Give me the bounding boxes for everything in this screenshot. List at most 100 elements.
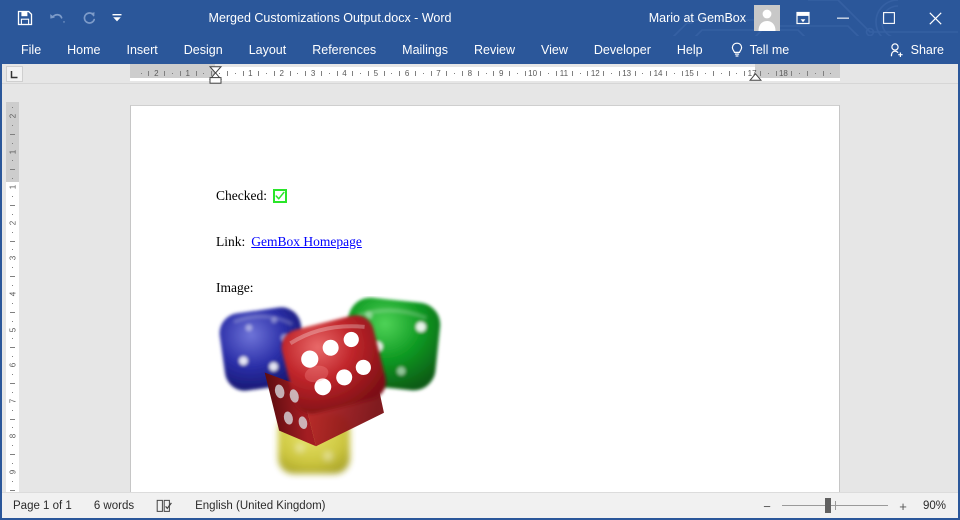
tab-home[interactable]: Home xyxy=(54,36,113,64)
tab-developer[interactable]: Developer xyxy=(581,36,664,64)
avatar[interactable] xyxy=(754,5,780,31)
ruler-tick-bar xyxy=(650,71,651,76)
share-button[interactable]: Share xyxy=(889,36,944,64)
ruler-tick-bar xyxy=(603,71,604,76)
window-controls xyxy=(820,0,958,36)
dice-image[interactable] xyxy=(216,296,456,481)
vertical-ruler-number: 7 xyxy=(8,399,17,403)
zoom-in-button[interactable]: + xyxy=(896,496,910,516)
zoom-slider-midpoint xyxy=(835,501,836,510)
horizontal-ruler-ticks: 211234567891011121314151718 xyxy=(130,67,840,81)
tab-help[interactable]: Help xyxy=(664,36,716,64)
ruler-tick-dot xyxy=(517,73,518,74)
customize-quick-access-toolbar-button[interactable] xyxy=(106,3,128,33)
ruler-number: 8 xyxy=(468,69,472,78)
vertical-ruler-ticks: 21123456789 xyxy=(6,102,19,494)
zoom-level-button[interactable]: 90% xyxy=(916,500,958,512)
ruler-tick-dot xyxy=(297,73,298,74)
tab-design[interactable]: Design xyxy=(171,36,236,64)
maximize-button[interactable] xyxy=(866,0,912,36)
vertical-ruler-tick-dot xyxy=(12,249,13,250)
ruler-tick-bar xyxy=(399,71,400,76)
word-count-label: 6 words xyxy=(94,500,134,512)
ruler-tick-bar xyxy=(509,71,510,76)
person-icon xyxy=(754,5,780,31)
vertical-ruler-tick-bar xyxy=(10,205,15,206)
tab-file[interactable]: File xyxy=(8,36,54,64)
language-button[interactable]: English (United Kingdom) xyxy=(184,493,336,519)
paragraph-link: Link: GemBox Homepage xyxy=(216,234,799,250)
tab-references[interactable]: References xyxy=(299,36,389,64)
vertical-ruler-tick-bar xyxy=(10,241,15,242)
checkbox-control[interactable] xyxy=(273,189,287,203)
redo-button[interactable] xyxy=(74,3,104,33)
vertical-ruler-tick-bar xyxy=(10,347,15,348)
proofing-status-button[interactable] xyxy=(145,493,184,519)
left-tab-icon xyxy=(10,70,19,79)
vertical-ruler-tick-dot xyxy=(12,374,13,375)
page-indicator-label: Page 1 of 1 xyxy=(13,500,72,512)
close-icon xyxy=(929,12,942,25)
ruler-tick-bar xyxy=(321,71,322,76)
vertical-ruler-tick-dot xyxy=(12,107,13,108)
left-indent-marker[interactable] xyxy=(209,77,222,84)
close-button[interactable] xyxy=(912,0,958,36)
tab-view[interactable]: View xyxy=(528,36,581,64)
vertical-ruler-tick-dot xyxy=(12,214,13,215)
minimize-button[interactable] xyxy=(820,0,866,36)
word-count[interactable]: 6 words xyxy=(83,493,145,519)
right-indent-marker[interactable] xyxy=(749,73,762,81)
ruler-tick-dot xyxy=(721,73,722,74)
vertical-ruler-tick-bar xyxy=(10,454,15,455)
ruler-tick-bar xyxy=(525,71,526,76)
vertical-ruler-tick-dot xyxy=(12,143,13,144)
ruler-tick-bar xyxy=(415,71,416,76)
vertical-ruler-number: 2 xyxy=(8,221,17,225)
tab-layout[interactable]: Layout xyxy=(236,36,300,64)
zoom-slider-thumb[interactable] xyxy=(825,498,831,513)
vertical-ruler-tick-dot xyxy=(12,427,13,428)
tab-review[interactable]: Review xyxy=(461,36,528,64)
tab-mailings[interactable]: Mailings xyxy=(389,36,461,64)
save-button[interactable] xyxy=(10,3,40,33)
ruler-tick-bar xyxy=(682,71,683,76)
vertical-ruler-tick-bar xyxy=(10,419,15,420)
vertical-ruler-number: 5 xyxy=(8,327,17,331)
tab-insert[interactable]: Insert xyxy=(114,36,171,64)
page-indicator[interactable]: Page 1 of 1 xyxy=(2,493,83,519)
title-bar: Merged Customizations Output.docx - Word… xyxy=(2,0,958,36)
zoom-out-button[interactable]: − xyxy=(760,496,774,516)
vertical-ruler-tick-bar xyxy=(10,490,15,491)
vertical-ruler-number: 9 xyxy=(8,470,17,474)
zoom-slider[interactable]: − + xyxy=(754,496,916,516)
vertical-ruler-number: 1 xyxy=(8,149,17,153)
check-icon xyxy=(275,191,285,201)
ribbon-display-options-button[interactable] xyxy=(786,0,820,36)
tell-me-search[interactable]: Tell me xyxy=(730,36,790,64)
redo-icon xyxy=(81,10,97,26)
ruler-tick-dot xyxy=(486,73,487,74)
ruler-tick-bar xyxy=(823,71,824,76)
ruler-tick-dot xyxy=(799,73,800,74)
vertical-ruler-tick-bar xyxy=(10,134,15,135)
horizontal-ruler[interactable]: 211234567891011121314151718 xyxy=(2,64,958,84)
vertical-ruler-tick-bar xyxy=(10,312,15,313)
ruler-number: 3 xyxy=(311,69,315,78)
tab-stop-selector-button[interactable] xyxy=(6,66,23,82)
image-label: Image: xyxy=(216,280,253,295)
zoom-slider-track[interactable] xyxy=(782,496,888,516)
vertical-ruler[interactable]: 21123456789 xyxy=(2,84,22,492)
gembox-homepage-link[interactable]: GemBox Homepage xyxy=(251,234,362,250)
ruler-tick-bar xyxy=(807,71,808,76)
ruler-tick-bar xyxy=(446,71,447,76)
ruler-tick-bar xyxy=(180,71,181,76)
document-canvas[interactable]: Checked: Link: GemBox Homepage Image: xyxy=(22,84,958,492)
paragraph-image: Image: xyxy=(216,280,799,296)
vertical-ruler-tick-dot xyxy=(12,178,13,179)
account-area[interactable]: Mario at GemBox xyxy=(649,0,780,36)
ruler-tick-dot xyxy=(423,73,424,74)
ruler-tick-dot xyxy=(815,73,816,74)
document-page[interactable]: Checked: Link: GemBox Homepage Image: xyxy=(130,105,840,492)
undo-button[interactable] xyxy=(42,3,72,33)
paragraph-checked: Checked: xyxy=(216,188,799,204)
